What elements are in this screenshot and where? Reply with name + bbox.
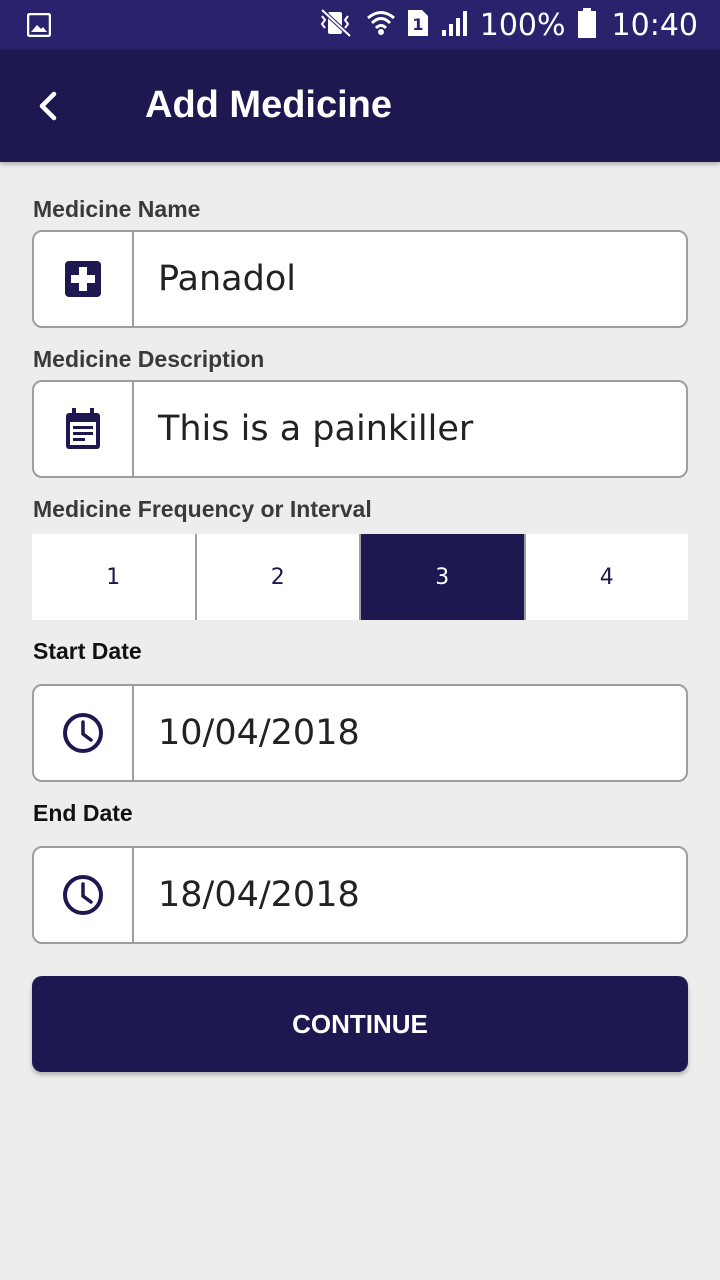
battery-icon xyxy=(576,7,598,44)
frequency-option-1[interactable]: 1 xyxy=(32,534,195,620)
frequency-label: Medicine Frequency or Interval xyxy=(33,496,372,522)
sim-icon: 1 xyxy=(406,8,430,43)
frequency-option-3[interactable]: 3 xyxy=(359,534,524,620)
status-bar: 1 100% 10:40 xyxy=(0,0,720,50)
frequency-segmented-control: 1 2 3 4 xyxy=(32,534,688,620)
medicine-description-field[interactable]: This is a painkiller xyxy=(32,380,688,478)
frequency-option-4[interactable]: 4 xyxy=(523,534,689,620)
battery-percent: 100% xyxy=(479,7,566,43)
end-date-field[interactable]: 18/04/2018 xyxy=(32,846,688,944)
note-icon xyxy=(34,382,134,476)
start-date-value: 10/04/2018 xyxy=(158,713,360,753)
medicine-description-value: This is a painkiller xyxy=(158,409,474,449)
clock-icon xyxy=(34,686,134,780)
app-bar: Add Medicine xyxy=(0,50,720,162)
clock-icon xyxy=(34,848,134,942)
frequency-option-2[interactable]: 2 xyxy=(194,534,360,620)
end-date-value: 18/04/2018 xyxy=(158,875,360,915)
signal-icon xyxy=(440,8,470,43)
medicine-name-label: Medicine Name xyxy=(33,196,201,222)
medical-plus-icon xyxy=(34,232,134,326)
clock-time: 10:40 xyxy=(611,7,698,43)
svg-text:1: 1 xyxy=(412,15,423,34)
back-button[interactable] xyxy=(30,86,70,126)
continue-button[interactable]: CONTINUE xyxy=(32,976,688,1072)
vibrate-icon xyxy=(316,8,356,43)
gallery-icon xyxy=(26,12,52,42)
medicine-description-label: Medicine Description xyxy=(33,346,265,372)
start-date-field[interactable]: 10/04/2018 xyxy=(32,684,688,782)
start-date-label: Start Date xyxy=(33,638,142,664)
chevron-left-icon xyxy=(39,91,57,121)
wifi-icon xyxy=(366,8,396,43)
page-title: Add Medicine xyxy=(145,84,393,126)
end-date-label: End Date xyxy=(33,800,133,826)
medicine-name-value: Panadol xyxy=(158,259,296,299)
medicine-name-field[interactable]: Panadol xyxy=(32,230,688,328)
